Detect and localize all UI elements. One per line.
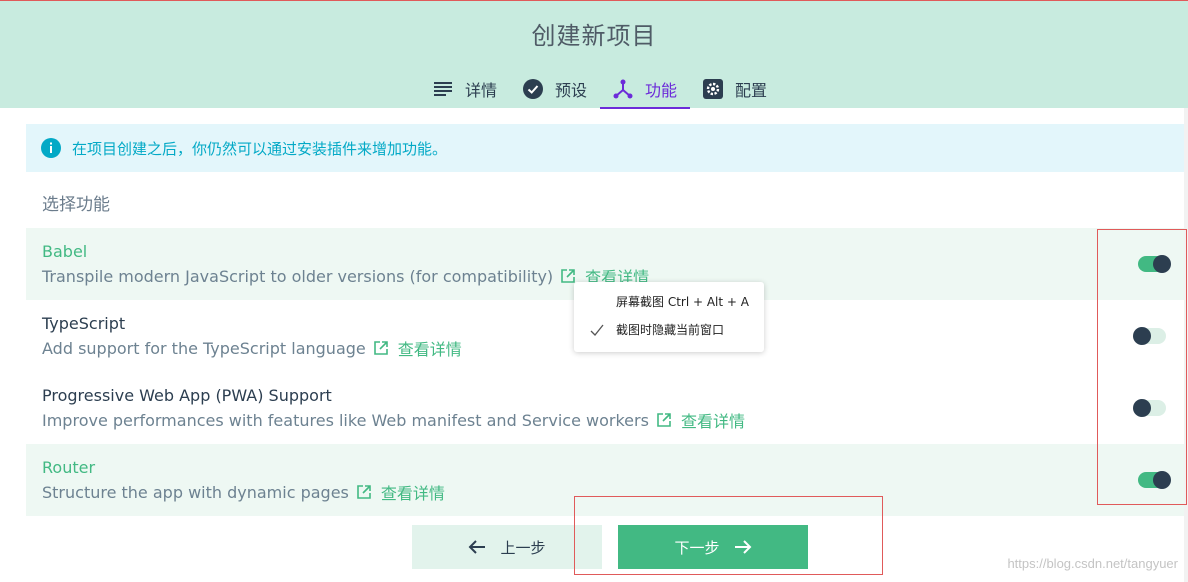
tab-label: 功能: [645, 81, 678, 100]
info-banner: 在项目创建之后，你仍然可以通过安装插件来增加功能。: [26, 124, 1184, 172]
babel-toggle[interactable]: [1138, 255, 1171, 273]
tab-label: 预设: [555, 81, 588, 100]
more-info-label: 查看详情: [397, 340, 462, 359]
feature-panel: 在项目创建之后，你仍然可以通过安装插件来增加功能。 选择功能 Babel Tra…: [26, 124, 1184, 516]
info-text: 在项目创建之后，你仍然可以通过安装插件来增加功能。: [72, 139, 448, 158]
feature-desc-text: Structure the app with dynamic pages: [42, 482, 349, 502]
section-title: 选择功能: [42, 195, 110, 215]
watermark: https://blog.csdn.net/tangyuer: [1007, 556, 1178, 571]
tab-details[interactable]: 详情: [420, 71, 510, 109]
tab-label: 详情: [465, 81, 498, 100]
context-menu: 屏幕截图 Ctrl + Alt + A 截图时隐藏当前窗口: [574, 282, 764, 352]
next-button[interactable]: 下一步: [618, 525, 808, 569]
tab-presets[interactable]: 预设: [510, 71, 600, 109]
more-info-label: 查看详情: [680, 412, 745, 431]
feature-description: Improve performances with features like …: [42, 408, 745, 432]
external-link-icon: [561, 269, 575, 283]
check-circle-icon: [523, 79, 544, 99]
tab-features[interactable]: 功能: [600, 71, 691, 109]
feature-desc-text: Add support for the TypeScript language: [42, 338, 366, 358]
feature-name: Progressive Web App (PWA) Support: [42, 386, 332, 405]
checkmark-icon: [590, 324, 604, 336]
feature-name: Router: [42, 458, 96, 477]
arrow-left-icon: [469, 540, 486, 554]
tab-config[interactable]: 配置: [690, 71, 780, 109]
toggle-knob: [1153, 471, 1171, 489]
router-toggle[interactable]: [1138, 471, 1171, 489]
feature-description: Add support for the TypeScript language …: [42, 336, 462, 360]
menu-item-screenshot[interactable]: 屏幕截图 Ctrl + Alt + A: [616, 292, 749, 312]
toggle-knob: [1153, 255, 1171, 273]
more-info-link[interactable]: 查看详情: [357, 480, 445, 504]
toggle-knob: [1133, 327, 1151, 345]
feature-name: TypeScript: [42, 314, 126, 333]
toggle-knob: [1133, 399, 1151, 417]
feature-desc-text: Transpile modern JavaScript to older ver…: [42, 266, 554, 286]
pwa-toggle[interactable]: [1133, 399, 1166, 417]
feature-description: Structure the app with dynamic pages 查看详…: [42, 480, 445, 504]
tab-label: 配置: [735, 81, 768, 100]
header: 创建新项目 详情 预设 功能 配置: [0, 0, 1188, 109]
arrow-right-icon: [734, 540, 751, 554]
feature-name: Babel: [42, 242, 88, 261]
feature-description: Transpile modern JavaScript to older ver…: [42, 264, 649, 288]
more-info-label: 查看详情: [380, 484, 445, 503]
external-link-icon: [657, 413, 671, 427]
external-link-icon: [357, 485, 371, 499]
external-link-icon: [373, 341, 388, 355]
features-icon: [613, 79, 633, 99]
previous-label: 上一步: [500, 538, 546, 557]
feature-row-pwa[interactable]: Progressive Web App (PWA) Support Improv…: [26, 372, 1184, 444]
previous-button[interactable]: 上一步: [412, 525, 602, 569]
tab-bar: 详情 预设 功能 配置: [420, 71, 780, 109]
menu-item-hide-window[interactable]: 截图时隐藏当前窗口: [616, 320, 724, 340]
scrollbar-track[interactable]: [1184, 108, 1188, 582]
typescript-toggle[interactable]: [1133, 327, 1166, 345]
more-info-link[interactable]: 查看详情: [657, 408, 745, 432]
gear-icon: [703, 79, 724, 99]
info-icon: [41, 138, 61, 158]
feature-row-router[interactable]: Router Structure the app with dynamic pa…: [26, 444, 1184, 516]
page-title: 创建新项目: [531, 22, 657, 50]
list-icon: [433, 79, 453, 99]
next-label: 下一步: [674, 538, 720, 557]
more-info-link[interactable]: 查看详情: [373, 336, 462, 360]
feature-desc-text: Improve performances with features like …: [42, 410, 649, 430]
